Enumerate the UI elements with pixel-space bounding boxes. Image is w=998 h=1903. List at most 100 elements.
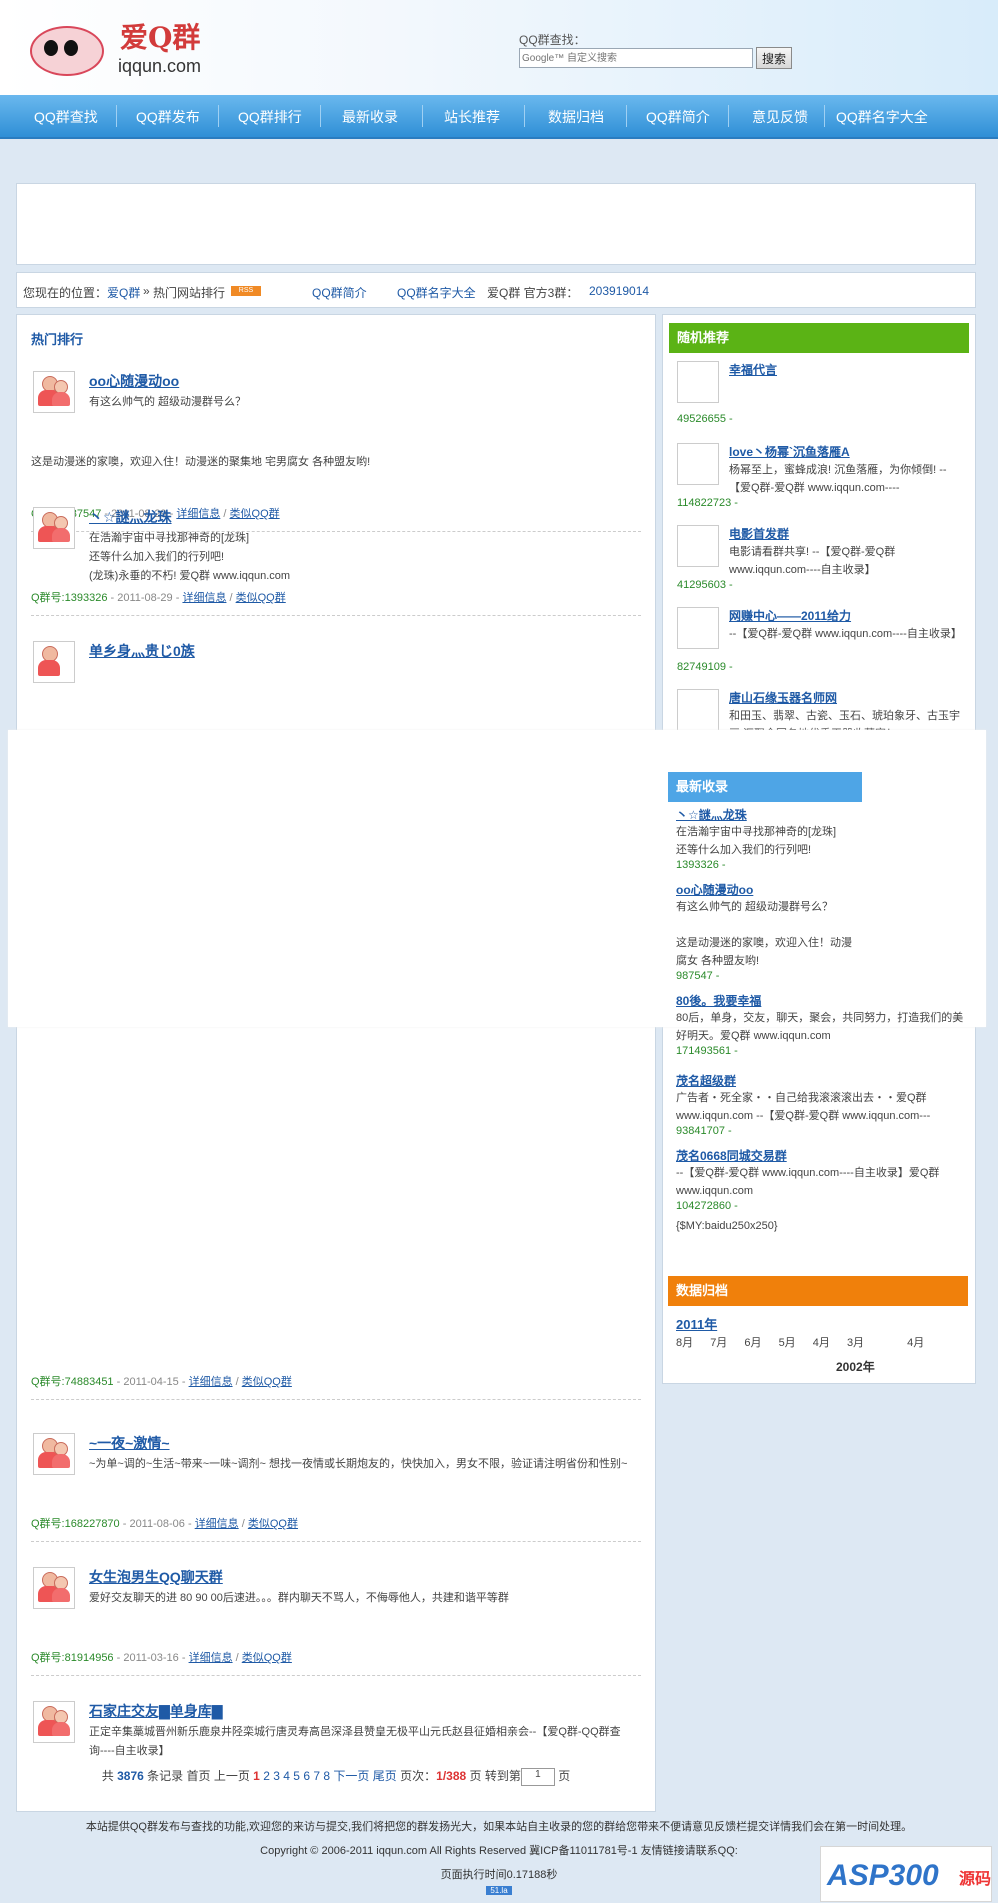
page-link[interactable]: 4 [283,1769,290,1783]
similar-link[interactable]: 类似QQ群 [236,592,286,604]
group-title-link[interactable]: 单乡身灬贵じ0族 [89,641,195,661]
latest-item-title[interactable]: 丶☆謎灬龙珠 [676,806,966,823]
nav-item-qq-publish[interactable]: QQ群发布 [136,107,200,127]
next-page-link[interactable]: 下一页 [333,1769,369,1783]
intro-link[interactable]: QQ群简介 [312,284,367,301]
detail-link[interactable]: 详细信息 [182,592,226,604]
site-logo[interactable]: 爱Q群 iqqun.com [22,14,212,80]
nav-item-qq-rank[interactable]: QQ群排行 [238,107,302,127]
page-link[interactable]: 7 [313,1769,320,1783]
side-item-title[interactable]: love丶杨幂`沉鱼落雁A [729,443,850,460]
search-input[interactable] [519,48,753,68]
stat-badge[interactable]: 51.la [486,1886,512,1895]
nav-item-names[interactable]: QQ群名字大全 [836,107,928,127]
archive-year-2002[interactable]: 2002年 [836,1358,875,1375]
archive-month-link[interactable]: 7月 [710,1337,727,1349]
similar-link[interactable]: 类似QQ群 [242,1376,292,1388]
last-page-link[interactable]: 尾页 [373,1769,397,1783]
group-number: Q群号:168227870 [31,1518,120,1530]
archive-month-link[interactable]: 3月 [847,1337,864,1349]
pager-text: 共 [101,1769,118,1783]
group-title-link[interactable]: 女生泡男生QQ聊天群 [89,1567,223,1587]
group-title-link[interactable]: 丶☆謎灬龙珠 [89,507,172,527]
detail-link[interactable]: 详细信息 [195,1518,239,1530]
group-meta: Q群号:74883451 - 2011-04-15 - 详细信息 / 类似QQ群 [31,1373,292,1389]
side-item-title[interactable]: 唐山石缘玉器名师网 [729,689,837,706]
archive-year-link[interactable]: 2011年 [676,1314,717,1333]
group-avatar-icon [33,1701,75,1743]
nav-divider [320,105,321,127]
group-title-link[interactable]: ~一夜~激情~ [89,1433,170,1453]
side-item-desc: --【爱Q群-爱Q群 www.iqqun.com----自主收录】 [729,628,962,640]
search-button[interactable]: 搜索 [756,47,792,69]
watermark-text: ASP300 [827,1859,939,1892]
footer-notice: 本站提供QQ群发布与查找的功能,欢迎您的来访与提交,我们将把您的群发扬光大，如果… [85,1821,913,1833]
page-link[interactable]: 2 [263,1769,270,1783]
pager-text[interactable]: 条记录 首页 上一页 [144,1769,253,1783]
breadcrumb-home-link[interactable]: 爱Q群 [107,284,140,301]
latest-item-title[interactable]: 80後。我要幸福 [676,992,966,1009]
latest-item-desc: 有这么帅气的 超级动漫群号么？ 这是动漫迷的家噢，欢迎入住！动漫 腐女 各种盟友… [676,901,852,967]
detail-link[interactable]: 详细信息 [189,1652,233,1664]
similar-link[interactable]: 类似QQ群 [230,508,280,520]
item-divider [31,1399,641,1400]
archive-month-link[interactable]: 4月 [813,1337,830,1349]
side-item-number: 114822723 - [677,497,738,509]
detail-link[interactable]: 详细信息 [189,1376,233,1388]
detail-link[interactable]: 详细信息 [176,508,220,520]
group-date: - 2011-08-29 - [107,592,183,604]
latest-item-title[interactable]: 茂名超级群 [676,1072,966,1089]
pager-total: 3876 [117,1769,144,1783]
side-item-title[interactable]: 电影首发群 [729,525,789,542]
page-link[interactable]: 8 [323,1769,330,1783]
side-item-title[interactable]: 幸福代言 [729,361,777,378]
latest-item-number: 93841707 - [676,1125,732,1137]
group-extra: 这是动漫迷的家噢，欢迎入住！动漫迷的聚集地 宅男腐女 各种盟友哟! [31,456,371,468]
archive-header: 数据归档 [668,1276,968,1306]
goto-page-input[interactable]: 1 [520,1767,555,1786]
group-meta: Q群号:81914956 - 2011-03-16 - 详细信息 / 类似QQ群 [31,1649,292,1665]
ad-banner [16,183,976,265]
latest-item-title[interactable]: oo心随漫动oo [676,881,966,898]
archive-month-link[interactable]: 4月 [907,1337,924,1349]
page-link[interactable]: 3 [273,1769,280,1783]
pager-text: 页次： [400,1769,437,1783]
similar-link[interactable]: 类似QQ群 [248,1518,298,1530]
latest-item-title[interactable]: 茂名0668同城交易群 [676,1147,966,1164]
meta-separator: / [232,1376,242,1388]
nav-item-archive[interactable]: 数据归档 [548,107,604,127]
similar-link[interactable]: 类似QQ群 [242,1652,292,1664]
group-date: - 2011-03-16 - [113,1652,189,1664]
nav-item-latest[interactable]: 最新收录 [342,107,398,127]
latest-item-desc: 在浩瀚宇宙中寻找那神奇的[龙珠] 还等什么加入我们的行列吧! [676,826,837,856]
rss-icon[interactable]: RSS [231,286,261,296]
page-link[interactable]: 6 [303,1769,310,1783]
group-meta: Q群号:1393326 - 2011-08-29 - 详细信息 / 类似QQ群 [31,589,286,605]
breadcrumb-current: 热门网站排行 [153,286,226,300]
group-number: Q群号:81914956 [31,1652,114,1664]
ad-placeholder: {$MY:baidu250x250} [676,1220,778,1232]
group-description: 正定辛集藁城晋州新乐鹿泉井陉栾城行唐灵寿高邑深泽县赞皇无极平山元氏赵县征婚相亲会… [89,1726,621,1757]
page-link[interactable]: 5 [293,1769,300,1783]
group-description: 爱好交友聊天的进 80 90 00后速进。。。群内聊天不骂人，不侮辱他人，共建和… [89,1592,509,1604]
item-divider [31,1541,641,1542]
group-title-link[interactable]: oo心随漫动oo [89,371,179,391]
logo-text-cn: 爱Q群 [120,21,201,54]
nav-item-qq-search[interactable]: QQ群查找 [34,107,98,127]
archive-month-link[interactable]: 5月 [779,1337,796,1349]
nav-item-feedback[interactable]: 意见反馈 [752,107,808,127]
nav-divider [422,105,423,127]
side-item-title[interactable]: 网赚中心——2011给力 [729,607,851,624]
pager-position: 1/388 [436,1769,467,1783]
archive-month-link[interactable]: 6月 [744,1337,761,1349]
official-group-number[interactable]: 203919014 [589,284,649,298]
names-link[interactable]: QQ群名字大全 [397,284,476,301]
nav-divider [218,105,219,127]
group-avatar-icon [33,1433,75,1475]
side-item-desc: 杨幂至上，蜜蜂成浪! 沉鱼落雁，为你倾倒! -- 【爱Q群-爱Q群 www.iq… [729,464,947,494]
archive-month-link[interactable]: 8月 [676,1337,693,1349]
group-title-link[interactable]: 石家庄交友▇单身库▇ [89,1701,223,1721]
breadcrumb-sep: » [143,284,150,298]
nav-item-intro[interactable]: QQ群简介 [646,107,710,127]
nav-item-recommend[interactable]: 站长推荐 [444,107,500,127]
